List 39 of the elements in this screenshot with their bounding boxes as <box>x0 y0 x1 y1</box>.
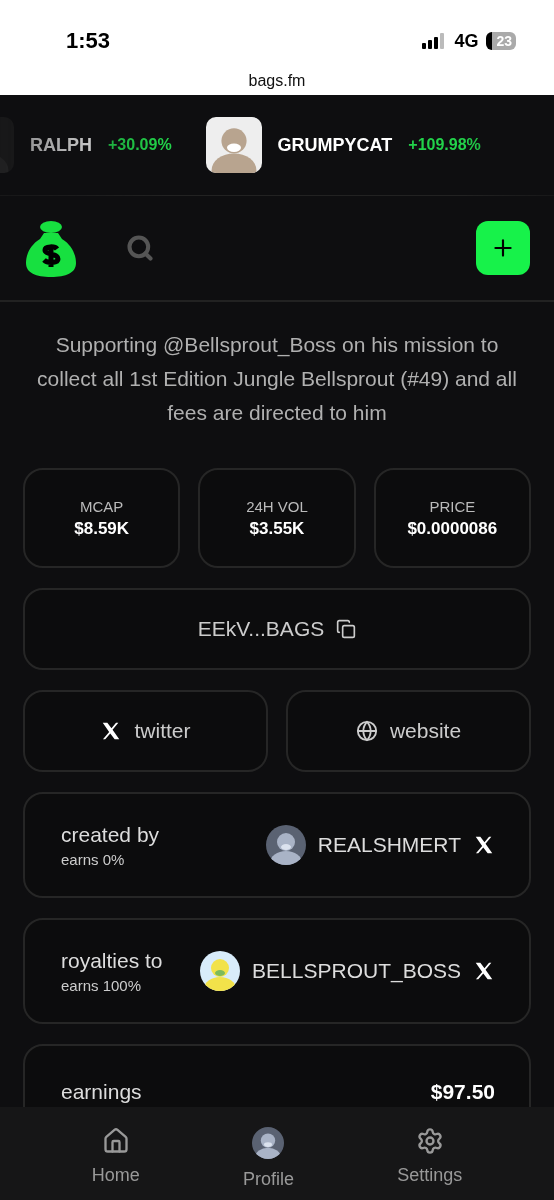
stat-value: $3.55K <box>249 518 305 539</box>
earnings-value: $97.50 <box>430 1080 495 1104</box>
stat-label: MCAP <box>80 497 124 515</box>
link-button[interactable]: twitter <box>23 690 268 772</box>
token-change: +30.09% <box>108 136 172 154</box>
home-icon <box>101 1127 130 1155</box>
copy-icon <box>336 619 357 639</box>
role-label: royalties to <box>61 948 163 973</box>
x-logo-icon <box>473 960 495 982</box>
globe-icon <box>355 720 378 742</box>
earnings-label: earnings <box>61 1080 142 1104</box>
role-label: created by <box>61 822 160 847</box>
user-name[interactable]: REALSHMERT <box>317 833 461 857</box>
link-button[interactable]: website <box>286 690 531 772</box>
browser-url: bags.fm <box>248 72 306 90</box>
stat-label: PRICE <box>429 497 476 515</box>
network-label: 4G <box>454 30 479 52</box>
stat-label: 24H VOL <box>246 497 308 515</box>
add-button[interactable] <box>476 221 530 275</box>
stat-value: $0.0000086 <box>407 518 498 539</box>
signal-icon <box>422 33 447 49</box>
stat-value: $8.59K <box>74 518 130 539</box>
x-logo-icon <box>473 834 495 856</box>
battery-indicator: 23 <box>486 32 516 50</box>
user-name[interactable]: BELLSPROUT_BOSS <box>252 959 461 983</box>
status-time: 1:53 <box>66 28 111 54</box>
token-change: +109.98% <box>408 136 481 154</box>
earns-label: earns 100% <box>61 976 143 994</box>
nav-item[interactable]: Profile <box>236 1107 300 1200</box>
nav-item[interactable]: Settings <box>391 1107 469 1200</box>
token-description: Supporting @Bellsprout_Boss on his mission to collect all 1st Edition Jungle Bellsprout (#49) and all fees are directed to him <box>36 332 518 426</box>
nav-item[interactable]: Home <box>85 1107 146 1200</box>
money-bag-icon <box>26 219 76 277</box>
search-icon[interactable] <box>126 234 154 262</box>
token-name: RALPH <box>30 134 92 156</box>
settings-icon <box>415 1127 444 1155</box>
address-copy-button[interactable]: EEkV...BAGS <box>23 588 531 670</box>
token-name: GRUMPYCAT <box>277 134 393 156</box>
earns-label: earns 0% <box>61 850 126 868</box>
